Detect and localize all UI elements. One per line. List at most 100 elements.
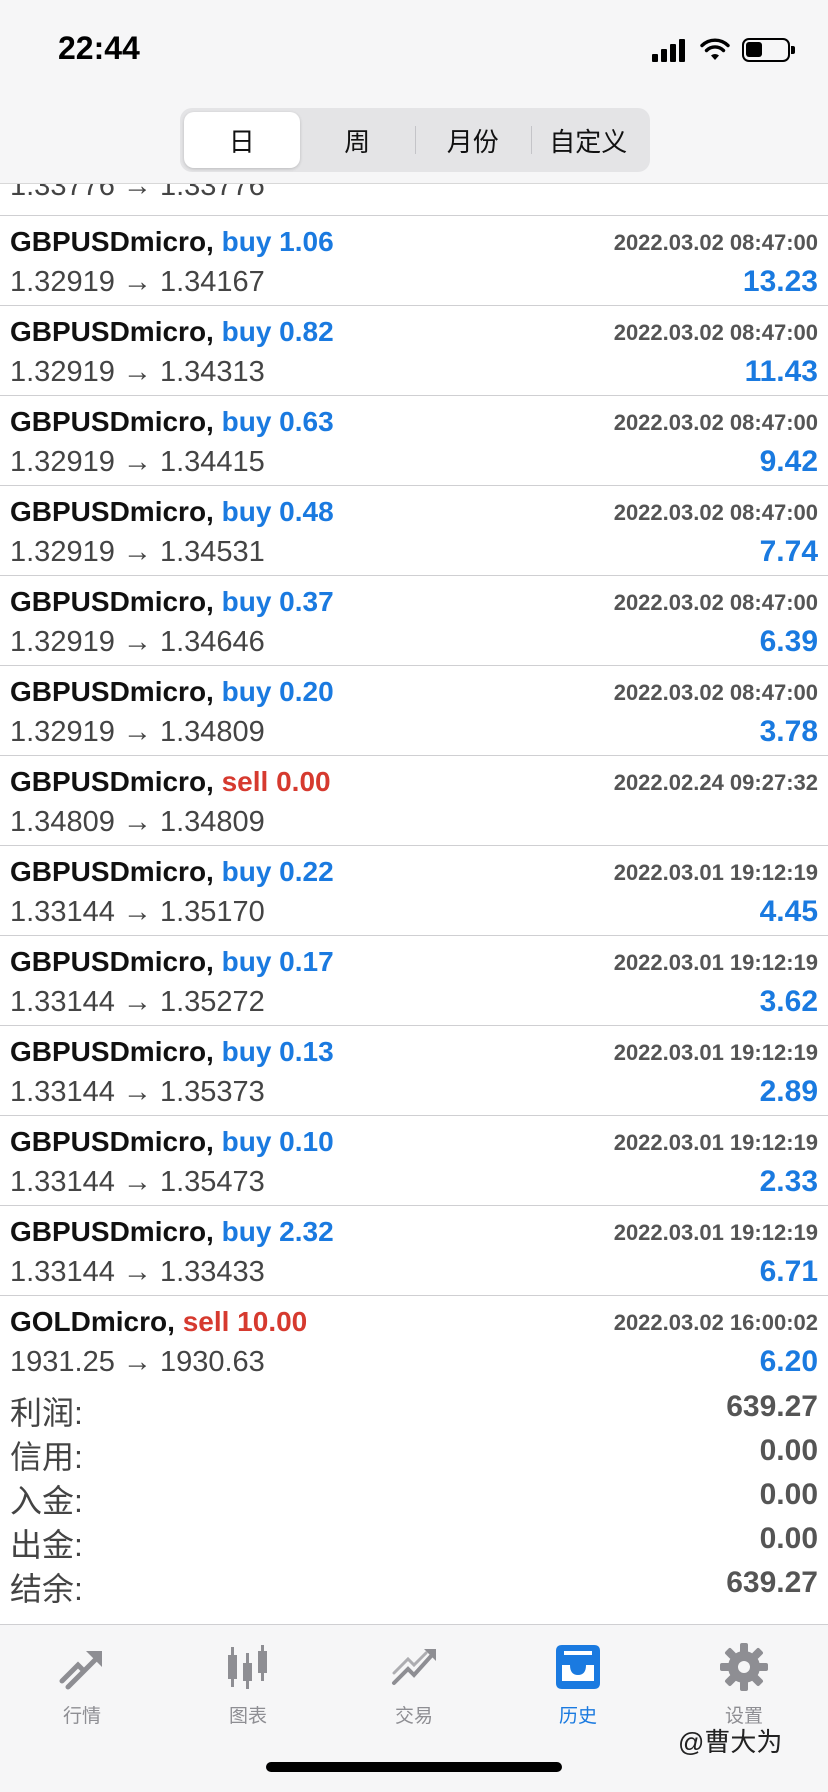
price-range: 1.33776 → 1.33776 (10, 184, 265, 202)
status-bar: 22:44 (0, 0, 828, 100)
price-range: 1.34809 → 1.34809 (10, 806, 265, 838)
tab-history-label: 历史 (558, 1706, 597, 1727)
price-range: 1931.25 → 1930.63 (10, 1346, 265, 1378)
symbol-name: GBPUSDmicro, (10, 766, 214, 797)
symbol-name: GBPUSDmicro, (10, 226, 214, 257)
tab-trade[interactable]: 交易 (354, 1641, 474, 1741)
price-range: 1.33144 → 1.35170 (10, 896, 265, 928)
symbol-name: GBPUSDmicro, (10, 1126, 214, 1157)
trade-time: 2022.02.24 09:27:32 (613, 770, 818, 795)
tab-chart[interactable]: 图表 (188, 1641, 308, 1741)
trade-direction-volume: buy 0.10 (221, 1126, 334, 1157)
trade-time: 2022.03.01 19:12:19 (613, 1220, 818, 1245)
trade-profit: 6.39 (759, 625, 818, 658)
trade-symbol: GBPUSDmicro, buy 0.48 (10, 496, 334, 528)
symbol-name: GBPUSDmicro, (10, 1036, 214, 1067)
trade-profit: 11.43 (744, 355, 818, 388)
trade-time: 2022.03.02 08:47:00 (613, 320, 818, 345)
summary-value: 639.27 (726, 1390, 818, 1423)
price-range: 1.32919 → 1.34167 (10, 266, 265, 298)
price-range: 1.33144 → 1.35272 (10, 986, 265, 1018)
price-range: 1.33144 → 1.35473 (10, 1166, 265, 1198)
trade-direction-volume: buy 0.13 (221, 1036, 334, 1067)
table-row[interactable]: GBPUSDmicro, buy 0.22 2022.03.01 19:12:19… (0, 846, 828, 936)
trade-symbol: GBPUSDmicro, buy 0.63 (10, 406, 334, 438)
trade-direction-volume: buy 1.06 (221, 226, 334, 257)
trade-symbol: GBPUSDmicro, buy 0.10 (10, 1126, 334, 1158)
trade-direction-volume: buy 0.20 (221, 676, 334, 707)
quotes-icon (59, 1651, 102, 1690)
table-row[interactable]: GBPUSDmicro, buy 2.32 2022.03.01 19:12:19… (0, 1206, 828, 1296)
trade-direction-volume: buy 0.48 (221, 496, 334, 527)
trade-profit: 2.89 (759, 1075, 818, 1108)
symbol-name: GOLDmicro, (10, 1306, 175, 1337)
trade-symbol: GBPUSDmicro, sell 0.00 (10, 766, 331, 798)
trade-symbol: GBPUSDmicro, buy 0.37 (10, 586, 334, 618)
tab-quotes[interactable]: 行情 (22, 1641, 142, 1741)
trade-direction-volume: buy 0.63 (221, 406, 334, 437)
symbol-name: GBPUSDmicro, (10, 946, 214, 977)
trade-symbol: GBPUSDmicro, buy 0.20 (10, 676, 334, 708)
trade-time: 2022.03.02 08:47:00 (613, 230, 818, 255)
trade-profit: 2.33 (759, 1165, 818, 1198)
list-item[interactable]: 1.33776 → 1.33776 (0, 184, 828, 216)
trade-symbol: GBPUSDmicro, buy 0.82 (10, 316, 334, 348)
settings-icon (720, 1643, 768, 1691)
table-row[interactable]: GBPUSDmicro, sell 0.00 2022.02.24 09:27:3… (0, 756, 828, 846)
status-time: 22:44 (58, 30, 140, 66)
trade-time: 2022.03.02 16:00:02 (613, 1310, 818, 1335)
summary-value: 0.00 (759, 1478, 818, 1511)
table-row[interactable]: GBPUSDmicro, buy 0.82 2022.03.02 08:47:00… (0, 306, 828, 396)
summary-row: 利润: 639.27 (0, 1384, 828, 1431)
table-row[interactable]: GBPUSDmicro, buy 0.48 2022.03.02 08:47:00… (0, 486, 828, 576)
table-row[interactable]: GBPUSDmicro, buy 0.37 2022.03.02 08:47:00… (0, 576, 828, 666)
summary-label: 结余: (10, 1571, 83, 1607)
segment-custom[interactable]: 自定义 (530, 112, 647, 168)
trade-time: 2022.03.01 19:12:19 (613, 950, 818, 975)
table-row[interactable]: GOLDmicro, sell 10.00 2022.03.02 16:00:02… (0, 1296, 828, 1384)
period-selector-bar: 日 周 月份 自定义 (0, 100, 828, 184)
trade-profit: 6.71 (759, 1255, 818, 1288)
history-icon (556, 1645, 600, 1689)
trade-direction-volume: sell 0.00 (221, 766, 331, 797)
table-row[interactable]: GBPUSDmicro, buy 0.13 2022.03.01 19:12:19… (0, 1026, 828, 1116)
trade-profit: 9.42 (759, 445, 818, 478)
table-row[interactable]: GBPUSDmicro, buy 0.10 2022.03.01 19:12:19… (0, 1116, 828, 1206)
symbol-name: GBPUSDmicro, (10, 586, 214, 617)
trade-direction-volume: buy 2.32 (221, 1216, 334, 1247)
price-range: 1.32919 → 1.34313 (10, 356, 265, 388)
tab-trade-label: 交易 (394, 1706, 433, 1727)
segment-month[interactable]: 月份 (415, 112, 531, 168)
summary-value: 0.00 (759, 1522, 818, 1555)
trade-profit: 13.23 (742, 265, 818, 298)
tab-history[interactable]: 历史 (518, 1641, 638, 1741)
battery-level (746, 42, 762, 57)
table-row[interactable]: GBPUSDmicro, buy 0.17 2022.03.01 19:12:19… (0, 936, 828, 1026)
trade-symbol: GBPUSDmicro, buy 0.13 (10, 1036, 334, 1068)
price-range: 1.33144 → 1.33433 (10, 1256, 265, 1288)
symbol-name: GBPUSDmicro, (10, 1216, 214, 1247)
tab-quotes-label: 行情 (62, 1706, 101, 1727)
trade-time: 2022.03.02 08:47:00 (613, 410, 818, 435)
table-row[interactable]: GBPUSDmicro, buy 1.06 2022.03.02 08:47:00… (0, 216, 828, 306)
period-segmented-control: 日 周 月份 自定义 (180, 108, 650, 172)
trade-time: 2022.03.01 19:12:19 (613, 860, 818, 885)
summary-row: 入金: 0.00 (0, 1472, 828, 1519)
segment-week[interactable]: 周 (300, 112, 416, 168)
symbol-name: GBPUSDmicro, (10, 316, 214, 347)
trade-history-list[interactable]: 1.33776 → 1.33776 GBPUSDmicro, buy 1.06 2… (0, 184, 828, 1384)
trade-direction-volume: sell 10.00 (182, 1306, 308, 1337)
trade-direction-volume: buy 0.22 (221, 856, 334, 887)
trade-direction-volume: buy 0.37 (221, 586, 334, 617)
symbol-name: GBPUSDmicro, (10, 676, 214, 707)
symbol-name: GBPUSDmicro, (10, 496, 214, 527)
trade-time: 2022.03.02 08:47:00 (613, 500, 818, 525)
wifi-icon (700, 38, 730, 60)
trade-direction-volume: buy 0.82 (221, 316, 334, 347)
table-row[interactable]: GBPUSDmicro, buy 0.20 2022.03.02 08:47:00… (0, 666, 828, 756)
trade-symbol: GBPUSDmicro, buy 2.32 (10, 1216, 334, 1248)
segment-day[interactable]: 日 (184, 112, 300, 168)
trade-profit: 4.45 (759, 895, 818, 928)
table-row[interactable]: GBPUSDmicro, buy 0.63 2022.03.02 08:47:00… (0, 396, 828, 486)
trade-time: 2022.03.01 19:12:19 (613, 1040, 818, 1065)
